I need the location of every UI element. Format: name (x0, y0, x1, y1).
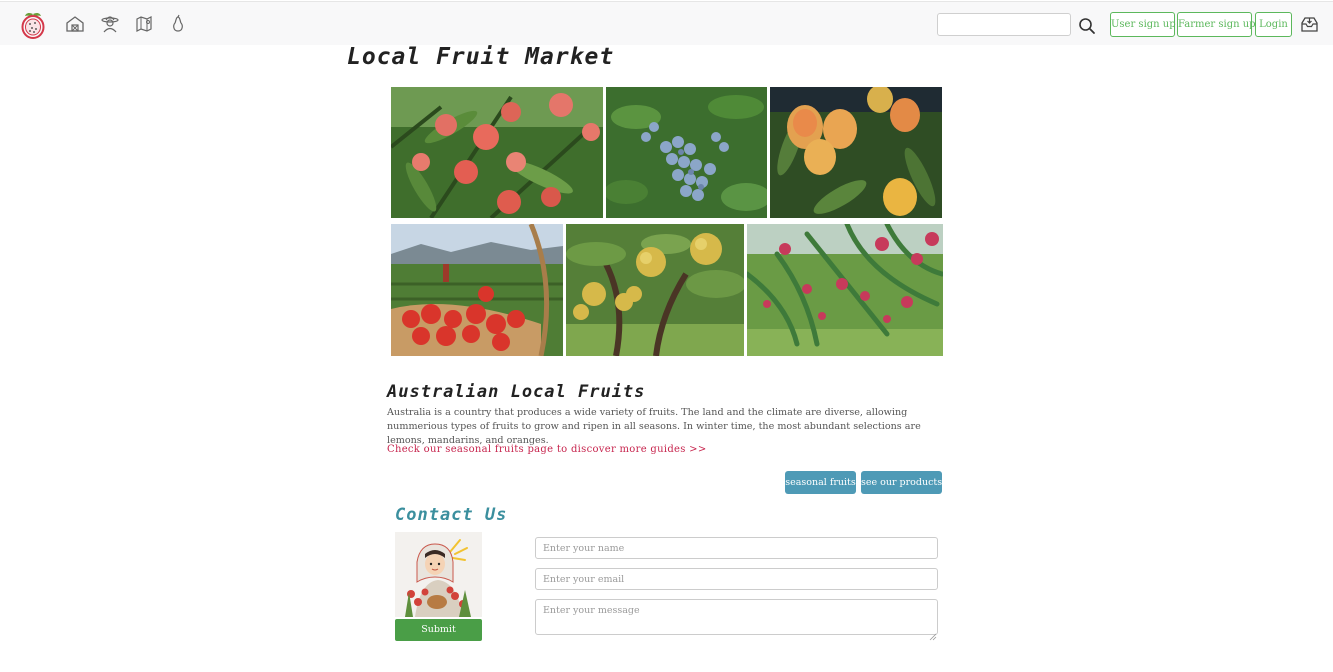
farm-icon[interactable] (65, 14, 85, 34)
login-button[interactable]: Login (1255, 12, 1292, 37)
peaches-image (391, 87, 603, 218)
pear-icon[interactable] (168, 14, 188, 34)
submit-button[interactable]: Submit (395, 619, 482, 641)
navbar: User sign up Farmer sign up Login (0, 1, 1333, 45)
user-signup-button[interactable]: User sign up (1110, 12, 1176, 37)
seasonal-fruits-button[interactable]: seasonal fruits (785, 471, 856, 494)
pears-image (566, 224, 744, 356)
contact-title: Contact Us (395, 505, 508, 525)
see-products-button[interactable]: see our products (861, 471, 942, 494)
section-title: Australian Local Fruits (387, 382, 646, 402)
farmer-illustration (395, 532, 482, 617)
blueberries-image (606, 87, 767, 218)
search-icon[interactable] (1078, 17, 1096, 35)
inbox-icon[interactable] (1300, 15, 1319, 33)
about-text: Australia is a country that produces a w… (387, 407, 921, 446)
farmer-signup-button[interactable]: Farmer sign up (1177, 12, 1256, 37)
email-input[interactable] (535, 568, 938, 590)
page-title: Local Fruit Market (347, 44, 615, 70)
dragonfruit-logo[interactable] (20, 11, 46, 39)
message-input[interactable] (535, 599, 938, 635)
name-input[interactable] (535, 537, 938, 559)
strawberries-image (391, 224, 563, 356)
resize-grip-icon[interactable] (929, 626, 937, 641)
farmer-icon[interactable] (100, 14, 120, 34)
seasonal-guide-link[interactable]: Check our seasonal fruits page to discov… (387, 444, 707, 455)
search-input[interactable] (937, 13, 1071, 36)
mangoes-image (770, 87, 942, 218)
dragonfruit-image (747, 224, 943, 356)
map-icon[interactable] (134, 14, 154, 34)
